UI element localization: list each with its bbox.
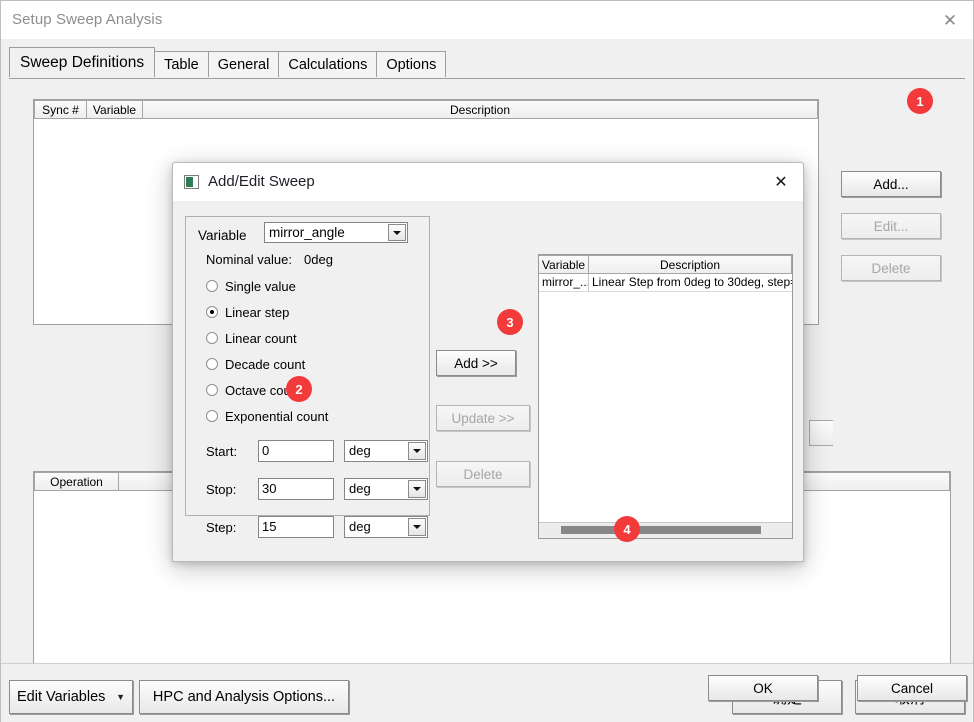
obscured-button[interactable] [809, 420, 833, 446]
sweep-list[interactable]: Variable Description mirror_... Linear S… [538, 254, 793, 539]
stop-unit-value: deg [349, 481, 371, 496]
radio-indicator [206, 332, 218, 344]
app-icon [184, 175, 199, 189]
radio-single-value[interactable]: Single value [206, 277, 296, 295]
radio-label: Exponential count [225, 408, 329, 424]
add-button[interactable]: Add... [841, 171, 941, 197]
scrollbar-thumb[interactable] [561, 526, 761, 534]
bottom-toolbar: Edit Variables ▼ HPC and Analysis Option… [1, 663, 973, 722]
chevron-down-icon[interactable] [408, 442, 426, 460]
dialog-titlebar: Add/Edit Sweep ✕ [173, 163, 803, 201]
step-label: Step: [206, 520, 237, 535]
dialog-ok-button[interactable]: OK [708, 675, 818, 701]
radio-exponential-count[interactable]: Exponential count [206, 407, 328, 425]
radio-indicator [206, 306, 218, 318]
tab-table[interactable]: Table [154, 51, 209, 77]
radio-indicator [206, 358, 218, 370]
hpc-and-analysis-options-button[interactable]: HPC and Analysis Options... [139, 680, 349, 714]
radio-linear-count[interactable]: Linear count [206, 329, 297, 347]
tab-calculations[interactable]: Calculations [278, 51, 378, 77]
list-column-variable[interactable]: Variable [539, 255, 589, 274]
dialog-cancel-button[interactable]: Cancel [857, 675, 967, 701]
tab-bar: Sweep Definitions Table General Calculat… [1, 39, 973, 79]
close-icon[interactable]: ✕ [927, 1, 973, 39]
delete-button[interactable]: Delete [841, 255, 941, 281]
dialog-body: Variable mirror_angle Nominal value: 0deg… [173, 201, 803, 561]
start-unit-dropdown[interactable]: deg [344, 440, 428, 462]
step-input[interactable]: 15 [258, 516, 334, 538]
list-item-description: Linear Step from 0deg to 30deg, step=15d… [589, 274, 792, 292]
radio-indicator [206, 384, 218, 396]
stop-label: Stop: [206, 482, 237, 497]
tab-general[interactable]: General [207, 51, 280, 77]
nominal-value: 0deg [304, 252, 333, 267]
sweep-settings-group: Variable mirror_angle Nominal value: 0deg… [185, 216, 430, 538]
start-unit-value: deg [349, 443, 371, 458]
window-titlebar: Setup Sweep Analysis ✕ [1, 1, 973, 39]
chevron-down-icon[interactable] [388, 224, 406, 241]
start-input[interactable]: 0 [258, 440, 334, 462]
list-item-variable: mirror_... [539, 274, 589, 292]
variable-label: Variable [198, 228, 247, 243]
chevron-down-icon[interactable] [408, 480, 426, 498]
setup-sweep-analysis-window: Setup Sweep Analysis ✕ Sweep Definitions… [0, 0, 974, 722]
dialog-delete-button[interactable]: Delete [436, 461, 530, 487]
column-header-sync[interactable]: Sync # [34, 100, 87, 119]
list-item[interactable]: mirror_... Linear Step from 0deg to 30de… [539, 274, 792, 292]
list-column-description[interactable]: Description [589, 255, 792, 274]
tab-options[interactable]: Options [376, 51, 447, 77]
badge-2: 2 [286, 376, 312, 402]
chevron-down-icon: ▼ [116, 692, 125, 702]
dialog-title: Add/Edit Sweep [208, 173, 315, 190]
radio-label: Single value [225, 278, 296, 294]
nominal-value-label: Nominal value: [206, 252, 292, 267]
table-header-row: Sync # Variable Description [34, 100, 818, 119]
radio-decade-count[interactable]: Decade count [206, 355, 305, 373]
variable-dropdown-value: mirror_angle [269, 225, 345, 240]
stop-unit-dropdown[interactable]: deg [344, 478, 428, 500]
column-header-variable[interactable]: Variable [87, 100, 143, 119]
radio-indicator [206, 280, 218, 292]
radio-label: Decade count [225, 356, 306, 372]
dialog-add-button[interactable]: Add >> [436, 350, 516, 376]
column-header-operation[interactable]: Operation [34, 472, 119, 491]
stop-input[interactable]: 30 [258, 478, 334, 500]
horizontal-scrollbar[interactable] [539, 522, 792, 538]
add-edit-sweep-dialog: Add/Edit Sweep ✕ Variable mirror_angle N… [172, 162, 967, 701]
edit-variables-button[interactable]: Edit Variables ▼ [9, 680, 133, 714]
edit-button[interactable]: Edit... [841, 213, 941, 239]
radio-linear-step[interactable]: Linear step [206, 303, 289, 321]
badge-1: 1 [907, 88, 933, 114]
variable-dropdown[interactable]: mirror_angle [264, 222, 408, 243]
badge-3: 3 [497, 309, 523, 335]
start-label: Start: [206, 444, 238, 459]
tab-sweep-definitions[interactable]: Sweep Definitions [9, 47, 156, 77]
dialog-update-button[interactable]: Update >> [436, 405, 530, 431]
radio-label: Linear count [225, 330, 297, 346]
dialog-close-icon[interactable]: ✕ [759, 163, 803, 201]
step-unit-value: deg [349, 519, 371, 534]
column-header-description[interactable]: Description [143, 100, 818, 119]
radio-label: Linear step [225, 304, 290, 320]
radio-indicator [206, 410, 218, 422]
badge-4: 4 [614, 516, 640, 542]
nominal-value-row: Nominal value: 0deg [206, 252, 333, 267]
step-unit-dropdown[interactable]: deg [344, 516, 428, 538]
edit-variables-label: Edit Variables [17, 689, 106, 705]
window-title: Setup Sweep Analysis [12, 11, 163, 28]
chevron-down-icon[interactable] [408, 518, 426, 536]
sweep-list-header: Variable Description [539, 255, 792, 274]
